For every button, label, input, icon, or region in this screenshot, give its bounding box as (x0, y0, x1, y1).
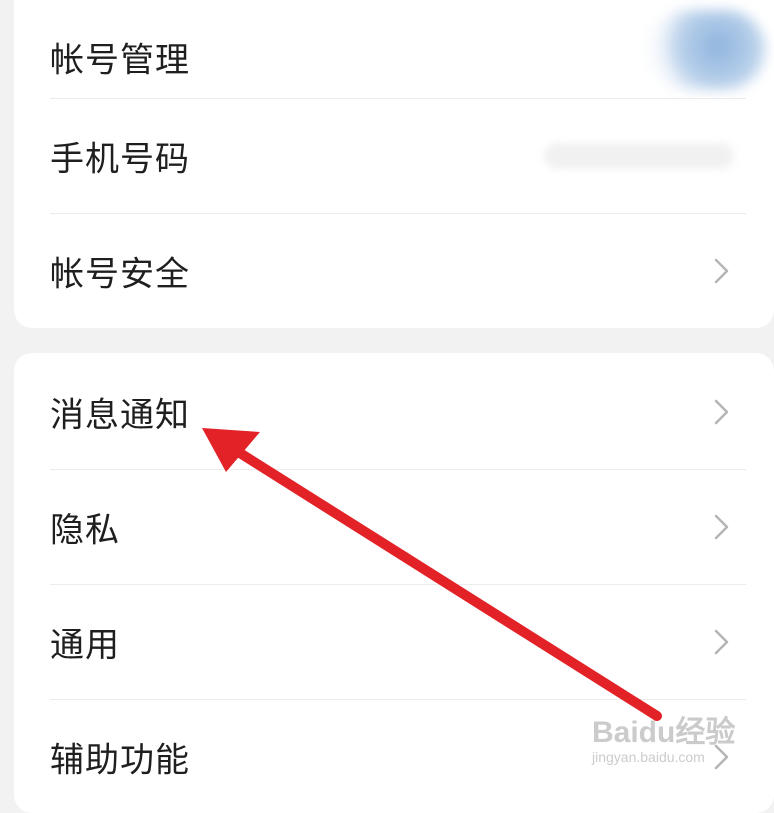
account-security-row[interactable]: 帐号安全 (14, 214, 774, 328)
watermark-logo: Baidu经验 jingyan.baidu.com (592, 716, 736, 765)
chevron-right-icon (708, 398, 736, 426)
notifications-row[interactable]: 消息通知 (14, 355, 774, 469)
account-settings-card: 帐号管理 手机号码 帐号安全 (14, 0, 774, 328)
chevron-right-icon (708, 513, 736, 541)
notifications-label: 消息通知 (50, 395, 190, 436)
privacy-row[interactable]: 隐私 (14, 470, 774, 584)
phone-number-row[interactable]: 手机号码 (14, 99, 774, 213)
general-row[interactable]: 通用 (14, 585, 774, 699)
chevron-right-icon (708, 257, 736, 285)
chevron-right-icon (708, 628, 736, 656)
accessibility-label: 辅助功能 (50, 740, 190, 781)
account-security-label: 帐号安全 (50, 254, 190, 295)
phone-number-label: 手机号码 (50, 139, 190, 180)
settings-screen: 帐号管理 手机号码 帐号安全 消息通知 隐私 通用 辅助功能 Baidu经验 j… (0, 0, 774, 813)
privacy-label: 隐私 (50, 510, 120, 551)
avatar[interactable] (646, 10, 766, 90)
account-management-row[interactable]: 帐号管理 (14, 0, 774, 114)
watermark-sub-text: jingyan.baidu.com (592, 749, 705, 765)
general-label: 通用 (50, 625, 120, 666)
phone-number-value-redacted (544, 143, 734, 169)
watermark-main-text: Baidu经验 (592, 716, 736, 749)
account-management-label: 帐号管理 (50, 40, 190, 81)
